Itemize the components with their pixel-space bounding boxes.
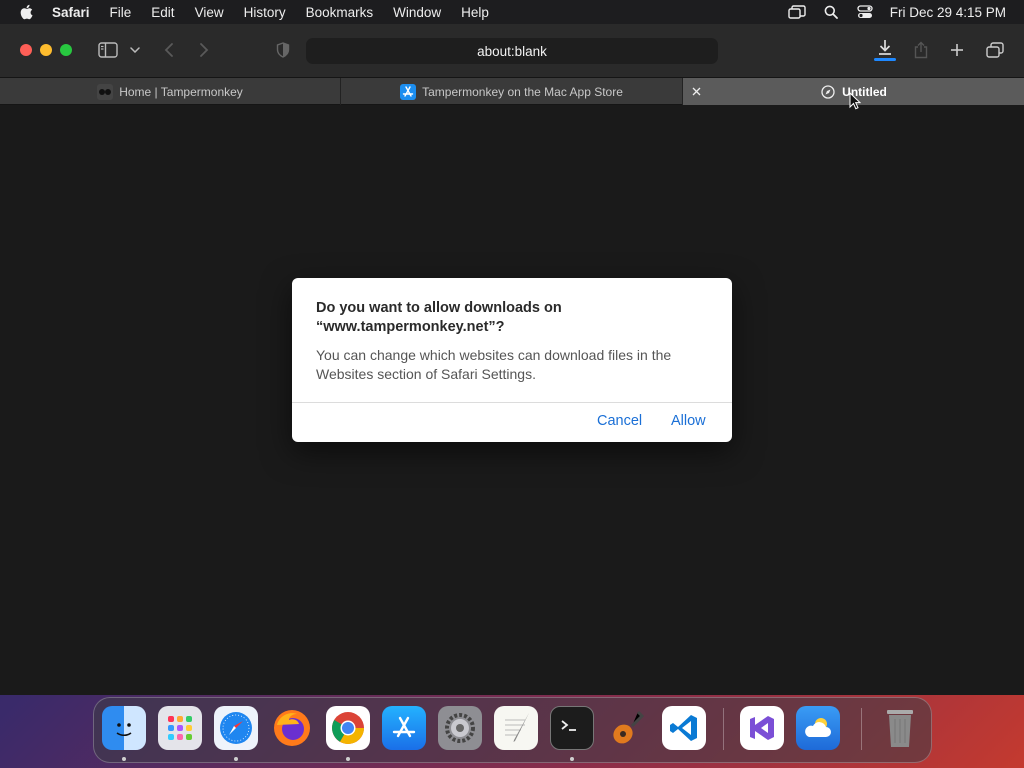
window-zoom-button[interactable] — [60, 44, 72, 56]
menu-bar: Safari File Edit View History Bookmarks … — [0, 0, 1024, 24]
download-progress-indicator — [874, 58, 896, 61]
menu-view[interactable]: View — [185, 0, 234, 24]
dialog-title: Do you want to allow downloads on “www.t… — [316, 300, 562, 335]
dock — [93, 697, 932, 763]
back-icon[interactable] — [160, 38, 178, 62]
dock-separator — [723, 708, 724, 750]
address-text: about:blank — [477, 43, 547, 59]
launchpad-icon[interactable] — [158, 706, 202, 750]
mouse-cursor-icon — [849, 92, 861, 110]
tab-title: Home | Tampermonkey — [119, 84, 243, 99]
chrome-icon[interactable] — [326, 706, 370, 750]
apple-menu[interactable] — [0, 4, 52, 20]
spotlight-search-icon[interactable] — [814, 5, 848, 19]
tab-overview-icon[interactable] — [985, 38, 1005, 62]
app-store-icon[interactable] — [382, 706, 426, 750]
running-indicator — [570, 757, 574, 761]
menu-file[interactable]: File — [100, 0, 142, 24]
menu-window[interactable]: Window — [383, 0, 451, 24]
menu-app-safari[interactable]: Safari — [52, 0, 100, 24]
trash-icon[interactable] — [878, 706, 922, 750]
guitar-icon[interactable] — [606, 706, 650, 750]
finder-icon[interactable] — [102, 706, 146, 750]
apple-icon — [20, 4, 33, 20]
running-indicator — [234, 757, 238, 761]
textedit-icon[interactable] — [494, 706, 538, 750]
menu-extras: Fri Dec 29 4:15 PM — [780, 0, 1024, 24]
tab-bar: Home | Tampermonkey Tampermonkey on the … — [0, 77, 1024, 105]
menu-edit[interactable]: Edit — [141, 0, 184, 24]
tampermonkey-icon — [97, 83, 114, 100]
dock-separator — [861, 708, 862, 750]
download-icon — [879, 40, 891, 55]
share-icon[interactable] — [912, 38, 930, 62]
safari-icon[interactable] — [214, 706, 258, 750]
privacy-shield-icon[interactable] — [274, 38, 292, 62]
vscode-icon[interactable] — [662, 706, 706, 750]
window-close-button[interactable] — [20, 44, 32, 56]
visual-studio-icon[interactable] — [740, 706, 784, 750]
screen-mirroring-icon[interactable] — [780, 5, 814, 19]
running-indicator — [346, 757, 350, 761]
forward-icon[interactable] — [195, 38, 213, 62]
weather-icon[interactable] — [796, 706, 840, 750]
menu-help[interactable]: Help — [451, 0, 499, 24]
menu-history[interactable]: History — [234, 0, 296, 24]
menu-clock[interactable]: Fri Dec 29 4:15 PM — [882, 5, 1006, 20]
new-tab-plus-icon[interactable] — [948, 38, 966, 62]
control-center-icon[interactable] — [848, 5, 882, 19]
running-indicator — [122, 757, 126, 761]
chevron-down-icon[interactable] — [128, 38, 142, 62]
cancel-button[interactable]: Cancel — [597, 413, 642, 429]
terminal-icon[interactable] — [550, 706, 594, 750]
address-bar[interactable]: about:blank — [306, 38, 718, 64]
sidebar-toggle-icon[interactable] — [96, 38, 120, 62]
download-permission-dialog: Do you want to allow downloads on “www.t… — [292, 278, 732, 442]
safari-toolbar: about:blank — [0, 24, 1024, 77]
compass-icon — [820, 84, 836, 100]
allow-button[interactable]: Allow — [671, 413, 706, 429]
tab-mac-app-store[interactable]: Tampermonkey on the Mac App Store — [341, 78, 683, 105]
window-minimize-button[interactable] — [40, 44, 52, 56]
menu-bookmarks[interactable]: Bookmarks — [296, 0, 384, 24]
close-tab-icon[interactable] — [689, 84, 703, 98]
tab-title: Tampermonkey on the Mac App Store — [422, 84, 623, 99]
gear-icon[interactable] — [438, 706, 482, 750]
dialog-divider — [292, 402, 732, 403]
dialog-message: You can change which websites can downlo… — [316, 347, 672, 382]
tab-home-tampermonkey[interactable]: Home | Tampermonkey — [0, 78, 341, 105]
downloads-button[interactable] — [874, 38, 896, 62]
firefox-icon[interactable] — [270, 706, 314, 750]
app-store-icon — [400, 83, 417, 100]
